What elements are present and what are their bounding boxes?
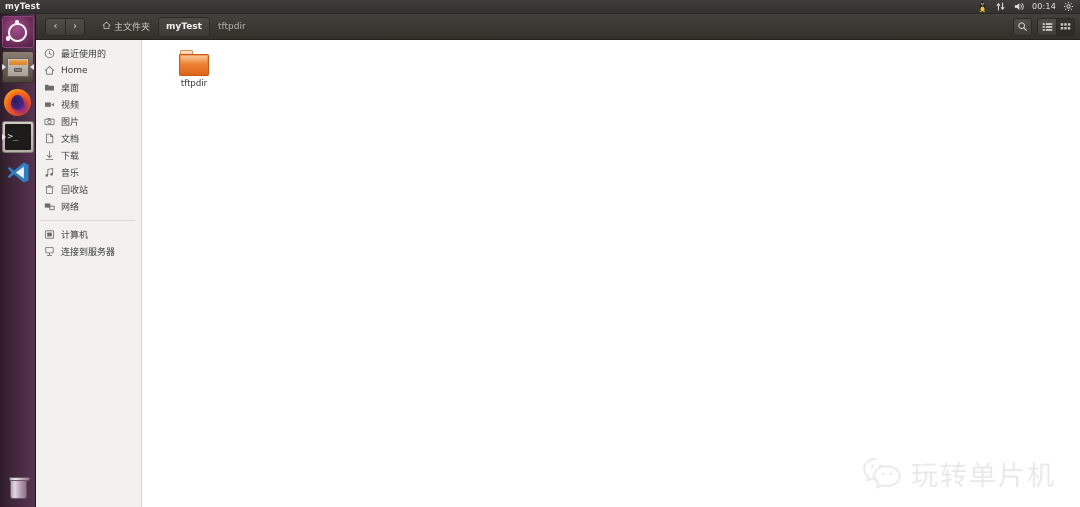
sidebar-item-label: Home [61, 65, 88, 76]
ubuntu-logo-icon [5, 20, 27, 42]
file-manager-window: ‹ › 主文件夹 myTest tftpdir 最近使用的 Home 桌面 视频… [36, 14, 1080, 507]
breadcrumb-item-home[interactable]: 主文件夹 [94, 17, 158, 37]
file-label: tftpdir [180, 79, 208, 89]
focused-indicator [29, 64, 34, 70]
camera-icon [44, 116, 55, 127]
server-connect-icon [44, 246, 55, 257]
trash-icon [8, 476, 30, 499]
forward-button[interactable]: › [65, 17, 85, 36]
breadcrumb-item-mytest[interactable]: myTest [158, 16, 210, 37]
file-item-tftpdir[interactable]: tftpdir [162, 50, 226, 89]
sidebar-item-downloads[interactable]: 下载 [36, 147, 141, 164]
places-sidebar: 最近使用的 Home 桌面 视频 图片 文档 下载 音乐 回收站 网络 计算机 … [36, 40, 142, 507]
terminal-icon: >_ [4, 124, 31, 150]
sidebar-item-label: 下载 [61, 152, 80, 162]
folder-icon [179, 50, 209, 76]
sidebar-item-home[interactable]: Home [36, 62, 141, 79]
penguin-icon[interactable] [977, 1, 988, 12]
back-button[interactable]: ‹ [45, 17, 65, 36]
sidebar-item-desktop[interactable]: 桌面 [36, 79, 141, 96]
clock-icon [44, 48, 55, 59]
sidebar-item-pictures[interactable]: 图片 [36, 113, 141, 130]
list-view-button[interactable] [1037, 17, 1056, 36]
view-mode-toggle [1037, 17, 1075, 36]
breadcrumb: 主文件夹 myTest tftpdir [94, 16, 254, 37]
unity-launcher: >_ [0, 14, 36, 507]
breadcrumb-label: myTest [166, 21, 202, 32]
home-icon [44, 65, 55, 76]
launcher-item-vscode[interactable] [2, 156, 34, 188]
sidebar-item-recent[interactable]: 最近使用的 [36, 45, 141, 62]
breadcrumb-label: 主文件夹 [114, 23, 151, 33]
sidebar-item-videos[interactable]: 视频 [36, 96, 141, 113]
home-icon [102, 21, 111, 33]
launcher-item-firefox[interactable] [2, 86, 34, 118]
list-view-icon [1042, 17, 1053, 36]
breadcrumb-item-tftpdir[interactable]: tftpdir [210, 17, 254, 37]
window-body: 最近使用的 Home 桌面 视频 图片 文档 下载 音乐 回收站 网络 计算机 … [36, 40, 1080, 507]
file-manager-toolbar: ‹ › 主文件夹 myTest tftpdir [36, 14, 1080, 40]
download-icon [44, 150, 55, 161]
system-tray: 00:14 [977, 1, 1080, 12]
launcher-item-files[interactable] [1, 51, 34, 83]
sidebar-item-music[interactable]: 音乐 [36, 164, 141, 181]
navigation-buttons: ‹ › [45, 17, 85, 36]
clock[interactable]: 00:14 [1032, 2, 1056, 11]
desktop-root: myTest 00:14 >_ ‹ › 主文件夹 myTest tftpdir … [0, 0, 1080, 507]
firefox-icon [4, 88, 31, 116]
file-list-view[interactable]: tftpdir 玩转单片机 [142, 40, 1080, 507]
wechat-icon [862, 455, 902, 493]
trash-icon [44, 184, 55, 195]
sidebar-item-label: 桌面 [61, 84, 80, 94]
sidebar-item-label: 图片 [61, 118, 80, 128]
sidebar-item-trash[interactable]: 回收站 [36, 181, 141, 198]
sidebar-item-label: 连接到服务器 [61, 248, 116, 258]
breadcrumb-label: tftpdir [217, 21, 246, 32]
volume-icon[interactable] [1013, 1, 1025, 12]
grid-view-button[interactable] [1056, 17, 1075, 36]
watermark: 玩转单片机 [862, 454, 1056, 493]
sidebar-item-label: 回收站 [61, 186, 89, 196]
window-title: myTest [5, 1, 41, 12]
toolbar-right-controls [1013, 17, 1075, 36]
search-button[interactable] [1013, 17, 1032, 36]
sidebar-item-label: 最近使用的 [61, 50, 107, 60]
sidebar-item-documents[interactable]: 文档 [36, 130, 141, 147]
running-indicator [1, 134, 6, 140]
vscode-icon [6, 162, 29, 182]
running-indicator [1, 64, 6, 70]
sidebar-item-label: 计算机 [61, 231, 89, 241]
computer-icon [44, 229, 55, 240]
sidebar-item-connect-server[interactable]: 连接到服务器 [36, 243, 141, 260]
sidebar-item-label: 音乐 [61, 169, 80, 179]
watermark-text: 玩转单片机 [911, 461, 1056, 492]
sidebar-item-label: 视频 [61, 101, 80, 111]
launcher-item-ubuntu-dash[interactable] [1, 16, 34, 48]
sidebar-item-label: 文档 [61, 135, 80, 145]
search-icon [1017, 17, 1028, 36]
gear-icon[interactable] [1063, 1, 1074, 12]
folder-icon [44, 82, 55, 93]
sidebar-item-computer[interactable]: 计算机 [36, 226, 141, 243]
network-icon [44, 201, 55, 212]
music-icon [44, 167, 55, 178]
file-cabinet-icon [6, 57, 29, 77]
network-updown-icon[interactable] [995, 1, 1006, 12]
launcher-item-terminal[interactable]: >_ [1, 121, 34, 153]
document-icon [44, 133, 55, 144]
unity-top-panel: myTest 00:14 [0, 0, 1080, 14]
sidebar-item-label: 网络 [61, 203, 80, 213]
grid-view-icon [1060, 17, 1071, 36]
sidebar-item-network[interactable]: 网络 [36, 198, 141, 215]
video-icon [44, 99, 55, 110]
sidebar-separator [40, 220, 135, 221]
launcher-item-trash[interactable] [2, 473, 34, 505]
